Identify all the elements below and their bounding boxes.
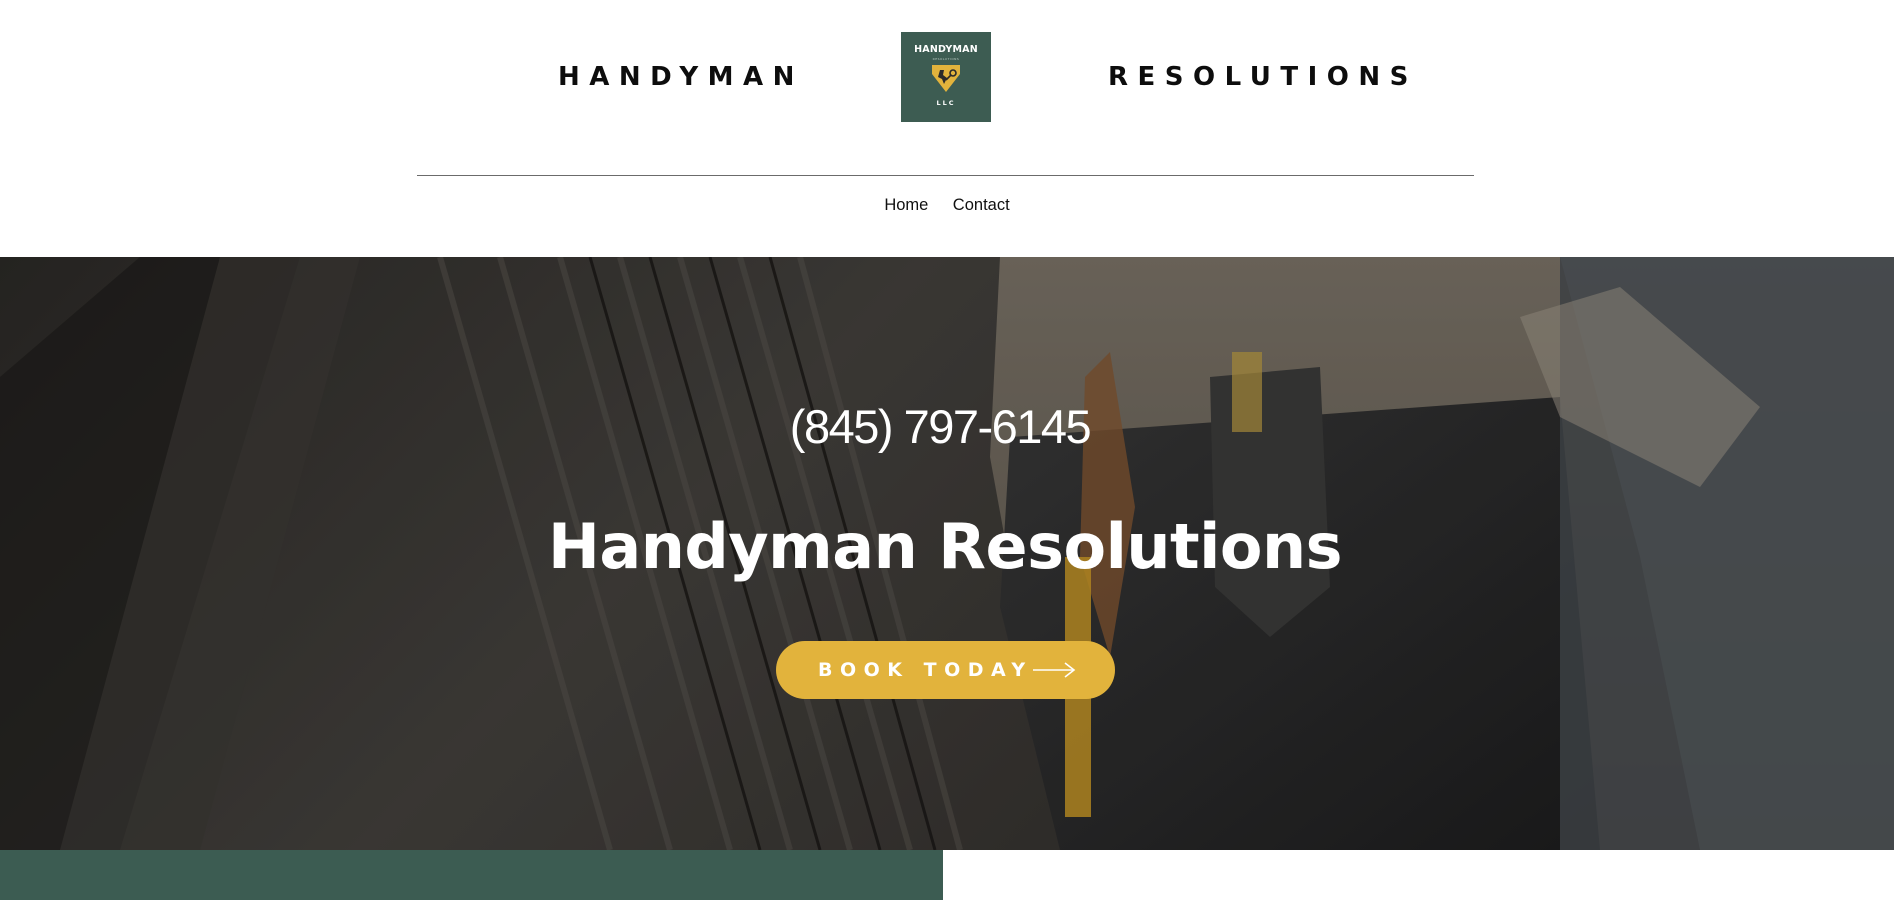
logo-top-text: HANDYMAN: [914, 44, 978, 55]
section-green-panel: [0, 850, 943, 900]
page: HANDYMAN HANDYMAN RESOLUTIONS LLC RESOLU…: [0, 0, 1894, 900]
brand-word-right: RESOLUTIONS: [1108, 62, 1418, 92]
hero-phone-number[interactable]: (845) 797-6145: [0, 399, 1880, 454]
book-today-button[interactable]: BOOK TODAY: [776, 641, 1115, 699]
hero-title: Handyman Resolutions: [547, 510, 1343, 583]
brand-word-left: HANDYMAN: [558, 62, 804, 92]
site-header: HANDYMAN HANDYMAN RESOLUTIONS LLC RESOLU…: [0, 0, 1894, 257]
logo-llc-text: LLC: [936, 99, 956, 107]
logo-sub-text: RESOLUTIONS: [932, 57, 960, 61]
nav-link-contact[interactable]: Contact: [953, 196, 1010, 215]
nav-link-home[interactable]: Home: [884, 196, 928, 215]
site-logo[interactable]: HANDYMAN RESOLUTIONS LLC: [901, 32, 991, 122]
arrow-right-icon: [1033, 662, 1076, 678]
main-nav: Home Contact: [0, 196, 1894, 215]
hero-section: (845) 797-6145 Handyman Resolutions BOOK…: [0, 257, 1894, 850]
section-white-panel: [943, 850, 1894, 900]
logo-emblem-icon: [932, 65, 960, 92]
book-today-label: BOOK TODAY: [818, 659, 1033, 681]
header-divider: [417, 175, 1474, 176]
